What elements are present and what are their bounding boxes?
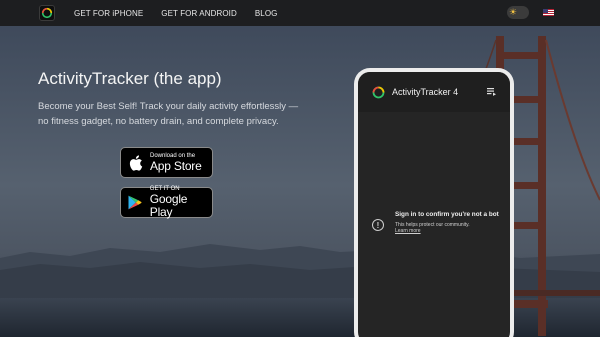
phone-screen: ActivityTracker 4 ! Sign in to confirm y…	[358, 72, 510, 337]
app-logo-icon[interactable]	[39, 5, 55, 21]
theme-toggle[interactable]: ☀	[507, 6, 529, 19]
nav-link-blog[interactable]: BLOG	[255, 9, 278, 18]
apple-icon	[129, 154, 143, 171]
learn-more-link[interactable]: Learn more	[395, 228, 499, 234]
bot-check-message: ! Sign in to confirm you're not a bot Th…	[372, 210, 502, 234]
hero-title: ActivityTracker (the app)	[38, 69, 222, 88]
phone-app-bar: ActivityTracker 4	[358, 72, 510, 112]
phone-app-title: ActivityTracker 4	[392, 87, 459, 97]
google-play-icon	[128, 195, 142, 210]
activity-ring-icon	[372, 86, 385, 98]
nav-link-android[interactable]: GET FOR ANDROID	[161, 9, 237, 18]
phone-mockup: ActivityTracker 4 ! Sign in to confirm y…	[354, 68, 514, 337]
app-store-big-text: App Store	[150, 158, 202, 173]
info-icon: !	[372, 219, 384, 231]
us-flag-icon[interactable]	[543, 9, 554, 16]
top-nav: GET FOR iPHONE GET FOR ANDROID BLOG ☀	[0, 0, 600, 26]
playlist-menu-icon[interactable]	[487, 87, 496, 96]
sun-icon: ☀	[509, 7, 518, 17]
hero-subtitle: Become your Best Self! Track your daily …	[38, 101, 299, 127]
google-play-big-text: Google Play	[149, 192, 188, 219]
google-play-button[interactable]: GET IT ON Google Play	[120, 186, 213, 219]
nav-link-iphone[interactable]: GET FOR iPHONE	[74, 9, 143, 18]
nav-right-controls: ☀	[507, 6, 554, 19]
bot-check-title: Sign in to confirm you're not a bot	[395, 211, 499, 218]
app-store-button[interactable]: Download on the App Store	[120, 147, 213, 178]
